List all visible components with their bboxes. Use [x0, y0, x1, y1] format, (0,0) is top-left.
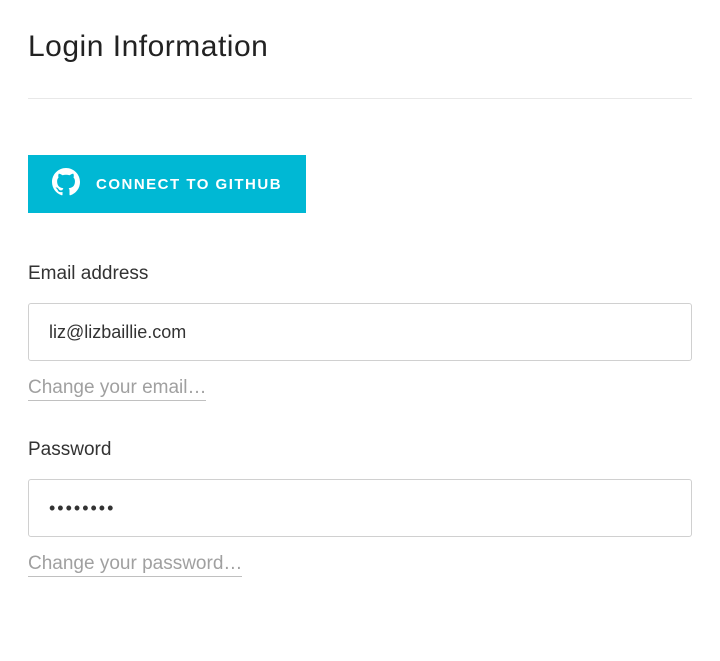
change-email-link[interactable]: Change your email… [28, 377, 206, 401]
change-password-link[interactable]: Change your password… [28, 553, 242, 577]
password-input[interactable] [28, 479, 692, 537]
github-icon [52, 168, 96, 200]
section-divider [28, 98, 692, 99]
email-input[interactable] [28, 303, 692, 361]
email-label: Email address [28, 263, 692, 285]
email-field-group: Email address Change your email… [28, 263, 692, 401]
page-title: Login Information [28, 30, 692, 64]
connect-github-label: CONNECT TO GITHUB [96, 176, 282, 193]
connect-github-button[interactable]: CONNECT TO GITHUB [28, 155, 306, 213]
password-field-group: Password Change your password… [28, 439, 692, 577]
password-label: Password [28, 439, 692, 461]
